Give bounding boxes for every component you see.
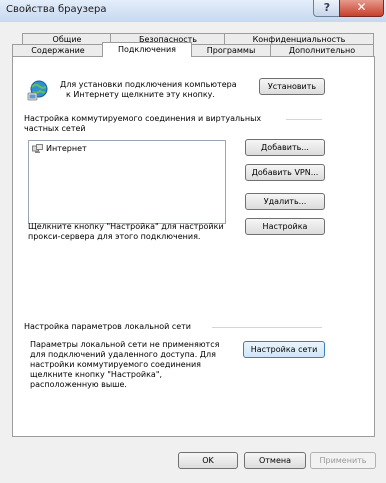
connections-list[interactable]: Интернет (28, 140, 226, 224)
add-button[interactable]: Добавить... (245, 139, 325, 156)
settings-button[interactable]: Настройка (245, 218, 325, 235)
window-title: Свойства браузера (6, 4, 107, 15)
lan-divider (212, 327, 322, 328)
setup-text-line1: Для установки подключения компьютера (60, 80, 237, 89)
lan-text-line2: для подключений удаленного доступа. Для (30, 350, 216, 359)
help-button[interactable]: ? (313, 0, 341, 17)
lan-text-line5: расположенную выше. (30, 380, 127, 389)
connection-name: Интернет (46, 144, 87, 153)
dialup-heading-line1: Настройка коммутируемого соединения и ви… (24, 114, 262, 123)
globe-network-icon (27, 80, 48, 101)
lan-heading: Настройка параметров локальной сети (24, 322, 192, 331)
lan-text-line3: настройки коммутируемого соединения (30, 360, 201, 369)
remove-button[interactable]: Удалить... (245, 193, 325, 210)
lan-settings-button[interactable]: Настройка сети (243, 341, 325, 358)
lan-text-line4: щелкните кнопку "Настройка", (30, 370, 163, 379)
setup-button[interactable]: Установить (259, 78, 325, 95)
setup-text-line2: к Интернету щелкните эту кнопку. (66, 90, 215, 99)
apply-button[interactable]: Применить (310, 452, 376, 469)
proxy-text-line1: Щелкните кнопку "Настройка" для настройк… (28, 222, 224, 231)
cancel-button[interactable]: Отмена (244, 452, 306, 469)
network-connection-icon (32, 144, 43, 153)
dialup-heading-line2: частных сетей (24, 124, 86, 133)
ok-button[interactable]: OK (178, 452, 238, 469)
close-button[interactable]: ✕ (339, 0, 384, 17)
lan-text-line1: Параметры локальной сети не применяются (30, 340, 220, 349)
dialup-divider (286, 119, 322, 120)
add-vpn-button[interactable]: Добавить VPN... (245, 164, 325, 181)
tab-connections[interactable]: Подключения (102, 42, 192, 57)
proxy-text-line2: прокси-сервера для этого подключения. (28, 232, 201, 241)
